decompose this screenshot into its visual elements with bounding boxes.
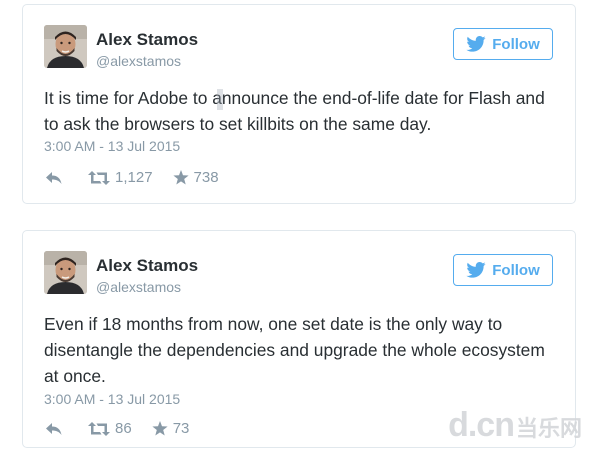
reply-icon	[46, 171, 62, 184]
tweet-text: Even if 18 months from now, one set date…	[44, 314, 545, 386]
follow-button[interactable]: Follow	[453, 28, 553, 60]
avatar[interactable]	[44, 251, 87, 294]
author-name[interactable]: Alex Stamos	[96, 30, 198, 50]
favorite-button[interactable]: 738	[172, 169, 219, 186]
avatar[interactable]	[44, 25, 87, 68]
watermark-chinese: 当乐网	[515, 416, 582, 441]
reply-button[interactable]	[45, 422, 63, 436]
twitter-bird-icon	[466, 262, 486, 278]
author-handle[interactable]: @alexstamos	[96, 53, 181, 69]
retweet-button[interactable]: 1,127	[88, 169, 153, 186]
retweet-icon	[88, 421, 110, 436]
tweet-text: It is time for Adobe to announce the end…	[44, 88, 545, 134]
site-watermark: d.cn 当乐网	[448, 408, 582, 442]
favorite-count: 73	[172, 420, 190, 437]
author-name[interactable]: Alex Stamos	[96, 256, 198, 276]
follow-label: Follow	[492, 261, 540, 279]
favorite-count: 738	[193, 169, 219, 186]
retweet-button[interactable]: 86	[88, 420, 132, 437]
reply-button[interactable]	[45, 171, 63, 185]
tweet-card: Alex Stamos @alexstamos Follow It is tim…	[22, 4, 576, 204]
author-handle[interactable]: @alexstamos	[96, 279, 181, 295]
text-cursor-highlight	[217, 89, 223, 110]
tweet-timestamp[interactable]: 3:00 AM - 13 Jul 2015	[44, 138, 180, 154]
reply-icon	[46, 422, 62, 435]
tweet-actions: 86 73	[45, 420, 189, 437]
retweet-count: 1,127	[115, 169, 153, 186]
watermark-latin: d.cn	[448, 406, 515, 444]
favorite-star-icon	[152, 421, 168, 436]
tweet-timestamp[interactable]: 3:00 AM - 13 Jul 2015	[44, 391, 180, 407]
avatar-photo-icon	[44, 25, 87, 68]
favorite-button[interactable]: 73	[152, 420, 190, 437]
avatar-photo-icon	[44, 251, 87, 294]
favorite-star-icon	[172, 170, 189, 185]
twitter-bird-icon	[466, 36, 486, 52]
follow-label: Follow	[492, 35, 540, 53]
retweet-icon	[88, 170, 110, 185]
tweet-actions: 1,127 738	[45, 169, 219, 186]
follow-button[interactable]: Follow	[453, 254, 553, 286]
retweet-count: 86	[115, 420, 132, 437]
